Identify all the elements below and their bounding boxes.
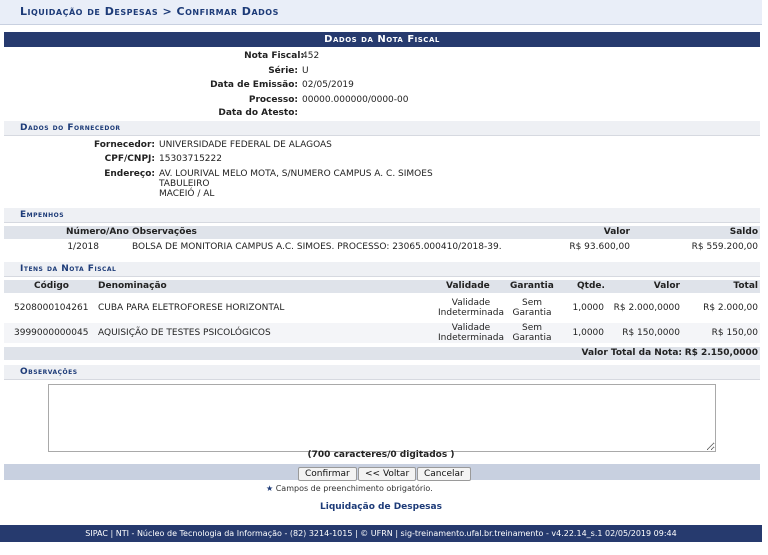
validade-cell: Validade Indeterminada: [436, 298, 506, 318]
breadcrumb: Liquidação de Despesas > Confirmar Dados: [0, 0, 762, 25]
observacoes-textarea[interactable]: [48, 384, 716, 452]
label: Série:: [268, 66, 298, 76]
col-header: Qtde.: [577, 281, 605, 291]
col-header: Observações: [132, 227, 197, 237]
nota-fiscal-panel: Dados da Nota Fiscal Nota Fiscal: 452 Sé…: [4, 32, 760, 380]
table-header: Código Denominação Validade Garantia Qtd…: [4, 280, 760, 293]
itens-table: Código Denominação Validade Garantia Qtd…: [4, 280, 760, 360]
cell: R$ 559.200,00: [691, 242, 758, 252]
total-value: R$ 2.150,0000: [684, 348, 758, 358]
garantia-line1: Sem: [521, 298, 543, 308]
label: Nota Fiscal:: [244, 51, 304, 61]
cell: R$ 150,00: [711, 328, 758, 338]
table-row: 1/2018 BOLSA DE MONITORIA CAMPUS A.C. SI…: [4, 241, 760, 254]
section-itens: Itens da Nota Fiscal: [4, 262, 760, 277]
breadcrumb-text: Liquidação de Despesas > Confirmar Dados: [20, 5, 279, 18]
nota-fiscal-value: 452: [302, 51, 320, 61]
cell: 3999000000045: [14, 328, 89, 338]
garantia-line1: Sem: [521, 323, 543, 333]
cell: 1/2018: [67, 242, 99, 252]
endereco-line3: MACEIÓ / AL: [159, 189, 215, 199]
validade-line1: Validade: [451, 298, 491, 308]
cell: R$ 2.000,0000: [613, 303, 680, 313]
garantia-cell: Sem Garantia: [507, 298, 557, 318]
cell: AQUISIÇÃO DE TESTES PSICOLÓGICOS: [98, 328, 271, 338]
cell: R$ 93.600,00: [569, 242, 630, 252]
section-fornecedor: Dados do Fornecedor: [4, 121, 760, 136]
garantia-line2: Garantia: [512, 308, 552, 318]
col-header: Valor: [603, 227, 630, 237]
cell: CUBA PARA ELETROFORESE HORIZONTAL: [98, 303, 285, 313]
label: Endereço:: [104, 169, 155, 179]
col-header: Valor: [653, 281, 680, 291]
voltar-button[interactable]: << Voltar: [358, 467, 417, 481]
cell: R$ 2.000,00: [703, 303, 758, 313]
garantia-cell: Sem Garantia: [507, 323, 557, 343]
section-title: Empenhos: [20, 210, 65, 220]
garantia-line2: Garantia: [512, 333, 552, 343]
cell: BOLSA DE MONITORIA CAMPUS A.C. SIMOES. P…: [132, 242, 502, 252]
empenhos-table: Número/Ano Observações Valor Saldo 1/201…: [4, 226, 760, 252]
section-observacoes: Observações: [4, 365, 760, 380]
fornecedor-value: UNIVERSIDADE FEDERAL DE ALAGOAS: [159, 140, 332, 150]
validade-line2: Indeterminada: [438, 308, 504, 318]
serie-value: U: [302, 66, 309, 76]
validade-cell: Validade Indeterminada: [436, 323, 506, 343]
label: Fornecedor:: [93, 140, 155, 150]
label: Processo:: [248, 95, 298, 105]
liquidacao-link[interactable]: Liquidação de Despesas: [0, 502, 762, 512]
cell: R$ 150,0000: [622, 328, 680, 338]
cell: 5208000104261: [14, 303, 89, 313]
cell: 1,0000: [572, 328, 605, 338]
confirmar-button[interactable]: Confirmar: [298, 467, 357, 481]
section-title: Dados do Fornecedor: [20, 123, 121, 133]
cnpj-value: 15303715222: [159, 154, 222, 164]
footer: SIPAC | NTI - Núcleo de Tecnologia da In…: [0, 525, 762, 542]
required-star-icon: ★: [266, 484, 274, 493]
col-header: Número/Ano: [66, 227, 129, 237]
total-row: Valor Total da Nota: R$ 2.150,0000: [4, 347, 760, 360]
panel-caption: Dados da Nota Fiscal: [4, 32, 760, 47]
char-counter: (700 caracteres/0 digitados ): [307, 450, 455, 460]
col-header: Total: [733, 281, 758, 291]
data-emissao-value: 02/05/2019: [302, 80, 354, 90]
processo-value: 00000.000000/0000-00: [302, 95, 409, 105]
label: CPF/CNPJ:: [104, 154, 155, 164]
col-header: Validade: [446, 281, 490, 291]
col-header: Garantia: [510, 281, 554, 291]
required-note-text: Campos de preenchimento obrigatório.: [275, 484, 433, 493]
section-title: Itens da Nota Fiscal: [20, 264, 117, 274]
label: Data do Atesto:: [218, 108, 298, 118]
col-header: Código: [34, 281, 69, 291]
label: Data de Emissão:: [210, 80, 298, 90]
col-header: Saldo: [729, 227, 758, 237]
validade-line2: Indeterminada: [438, 333, 504, 343]
table-row: 5208000104261 CUBA PARA ELETROFORESE HOR…: [4, 298, 760, 318]
validade-line1: Validade: [451, 323, 491, 333]
total-label: Valor Total da Nota:: [581, 348, 682, 358]
table-row: 3999000000045 AQUISIÇÃO DE TESTES PSICOL…: [4, 323, 760, 343]
section-title: Observações: [20, 367, 78, 377]
section-empenhos: Empenhos: [4, 208, 760, 223]
cell: 1,0000: [572, 303, 605, 313]
required-note: ★ Campos de preenchimento obrigatório.: [266, 484, 433, 493]
table-header: Número/Ano Observações Valor Saldo: [4, 226, 760, 239]
cancelar-button[interactable]: Cancelar: [417, 467, 471, 481]
col-header: Denominação: [98, 281, 167, 291]
